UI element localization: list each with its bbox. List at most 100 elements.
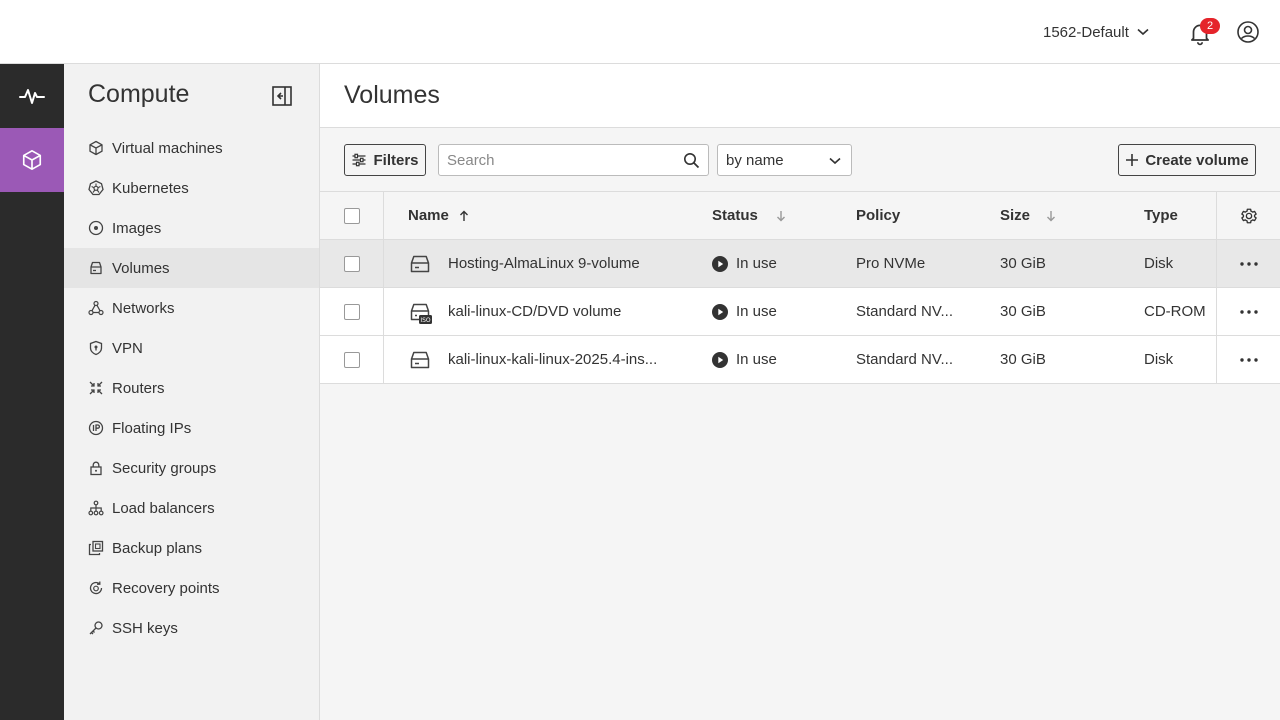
volume-status-cell: In use xyxy=(712,240,842,287)
column-label: Status xyxy=(712,207,758,224)
volume-status: In use xyxy=(736,351,777,368)
filters-button[interactable]: Filters xyxy=(344,144,426,176)
more-actions-icon[interactable] xyxy=(1239,261,1258,266)
play-circle-icon xyxy=(712,351,728,368)
disc-icon xyxy=(88,220,104,236)
sidebar-nav: Virtual machines Kubernetes Images Volum… xyxy=(64,128,319,648)
volume-name-cell[interactable]: kali-linux-kali-linux-2025.4-ins... xyxy=(408,336,678,383)
sidebar-item-networks[interactable]: Networks xyxy=(64,288,319,328)
column-label: Size xyxy=(1000,207,1031,224)
column-header-policy: Policy xyxy=(856,192,966,239)
volume-type: CD-ROM xyxy=(1144,303,1206,320)
page-header: Volumes xyxy=(320,64,1280,128)
more-actions-icon[interactable] xyxy=(1239,357,1258,362)
select-all-cell xyxy=(320,192,384,239)
sidebar-item-kubernetes[interactable]: Kubernetes xyxy=(64,168,319,208)
collapse-sidebar-icon[interactable] xyxy=(270,84,294,108)
table-row[interactable]: Hosting-AlmaLinux 9-volume In use Pro NV… xyxy=(320,240,1280,288)
search-input[interactable] xyxy=(439,145,669,175)
sidebar-item-load-balancers[interactable]: Load balancers xyxy=(64,488,319,528)
shield-icon xyxy=(88,340,104,356)
volume-name-cell[interactable]: Hosting-AlmaLinux 9-volume xyxy=(408,240,678,287)
cube-icon xyxy=(22,150,42,170)
volume-size: 30 GiB xyxy=(1000,303,1046,320)
load-balancer-icon xyxy=(88,500,104,516)
rail-item-compute[interactable] xyxy=(0,128,64,192)
project-selector[interactable]: 1562-Default xyxy=(1043,20,1149,44)
sidebar-item-routers[interactable]: Routers xyxy=(64,368,319,408)
svg-text:ISO: ISO xyxy=(420,317,431,324)
row-checkbox[interactable] xyxy=(343,351,360,368)
volume-type-cell: Disk xyxy=(1144,240,1216,287)
page-title: Volumes xyxy=(344,81,440,109)
sort-select-value: by name xyxy=(726,151,784,169)
project-name: 1562-Default xyxy=(1043,23,1129,41)
volume-policy: Standard NV... xyxy=(856,351,954,368)
sidebar-item-floating-ips[interactable]: Floating IPs xyxy=(64,408,319,448)
pulse-icon xyxy=(19,89,45,104)
toolbar: Filters by name Create volume xyxy=(320,128,1280,192)
row-checkbox[interactable] xyxy=(343,255,360,272)
sidebar-item-label: Security groups xyxy=(112,459,217,477)
router-icon xyxy=(88,380,104,396)
play-circle-icon xyxy=(712,303,728,320)
column-label: Type xyxy=(1144,207,1178,224)
create-volume-button[interactable]: Create volume xyxy=(1118,144,1256,176)
floating-ip-icon xyxy=(88,420,104,436)
column-header-name[interactable]: Name xyxy=(408,192,678,239)
sidebar-item-virtual-machines[interactable]: Virtual machines xyxy=(64,128,319,168)
volume-status: In use xyxy=(736,303,777,320)
search-box xyxy=(438,144,709,176)
sidebar-item-images[interactable]: Images xyxy=(64,208,319,248)
sidebar-item-backup-plans[interactable]: Backup plans xyxy=(64,528,319,568)
sidebar-item-label: Load balancers xyxy=(112,499,215,517)
sidebar-item-label: Floating IPs xyxy=(112,419,192,437)
create-volume-label: Create volume xyxy=(1145,151,1249,169)
table-row[interactable]: ISO kali-linux-CD/DVD volume In use Stan… xyxy=(320,288,1280,336)
sidebar-item-label: Backup plans xyxy=(112,539,203,557)
volume-size-cell: 30 GiB xyxy=(1000,288,1110,335)
volume-type-cell: CD-ROM xyxy=(1144,288,1216,335)
plus-icon xyxy=(1126,154,1139,166)
lock-icon xyxy=(88,460,104,476)
sidebar-item-ssh-keys[interactable]: SSH keys xyxy=(64,608,319,648)
column-header-type: Type xyxy=(1144,192,1216,239)
volume-status-cell: In use xyxy=(712,336,842,383)
column-header-status[interactable]: Status xyxy=(712,192,842,239)
kubernetes-icon xyxy=(88,180,104,196)
column-label: Name xyxy=(408,207,449,224)
volume-policy-cell: Standard NV... xyxy=(856,288,966,335)
play-circle-icon xyxy=(712,255,728,272)
main-content: Volumes Filters by name Create volume Na… xyxy=(320,64,1280,720)
volume-icon xyxy=(88,260,104,276)
volume-type: Disk xyxy=(1144,255,1174,272)
volume-size-cell: 30 GiB xyxy=(1000,336,1110,383)
search-icon[interactable] xyxy=(683,152,700,169)
table-row[interactable]: kali-linux-kali-linux-2025.4-ins... In u… xyxy=(320,336,1280,384)
row-actions-cell xyxy=(1216,288,1280,335)
sidebar-item-label: Volumes xyxy=(112,259,170,277)
sidebar-item-label: Recovery points xyxy=(112,579,220,597)
select-all-checkbox[interactable] xyxy=(343,207,360,224)
row-select-cell xyxy=(320,240,384,287)
sidebar-item-security-groups[interactable]: Security groups xyxy=(64,448,319,488)
sidebar-item-vpn[interactable]: VPN xyxy=(64,328,319,368)
backup-icon xyxy=(88,540,104,556)
notification-badge: 2 xyxy=(1200,18,1220,34)
table-header: Name Status Policy Size Type xyxy=(320,192,1280,240)
sidebar-item-volumes[interactable]: Volumes xyxy=(64,248,319,288)
sidebar-item-label: Networks xyxy=(112,299,175,317)
volume-name-cell[interactable]: ISO kali-linux-CD/DVD volume xyxy=(408,288,678,335)
account-icon[interactable] xyxy=(1236,20,1260,44)
column-header-size[interactable]: Size xyxy=(1000,192,1110,239)
rail-item-monitoring[interactable] xyxy=(0,64,64,128)
sidebar-item-recovery-points[interactable]: Recovery points xyxy=(64,568,319,608)
gear-icon[interactable] xyxy=(1240,207,1258,225)
sort-select[interactable]: by name xyxy=(717,144,852,176)
volume-type: Disk xyxy=(1144,351,1174,368)
sliders-icon xyxy=(352,153,366,167)
network-icon xyxy=(88,300,104,316)
more-actions-icon[interactable] xyxy=(1239,309,1258,314)
row-checkbox[interactable] xyxy=(343,303,360,320)
volume-status-cell: In use xyxy=(712,288,842,335)
